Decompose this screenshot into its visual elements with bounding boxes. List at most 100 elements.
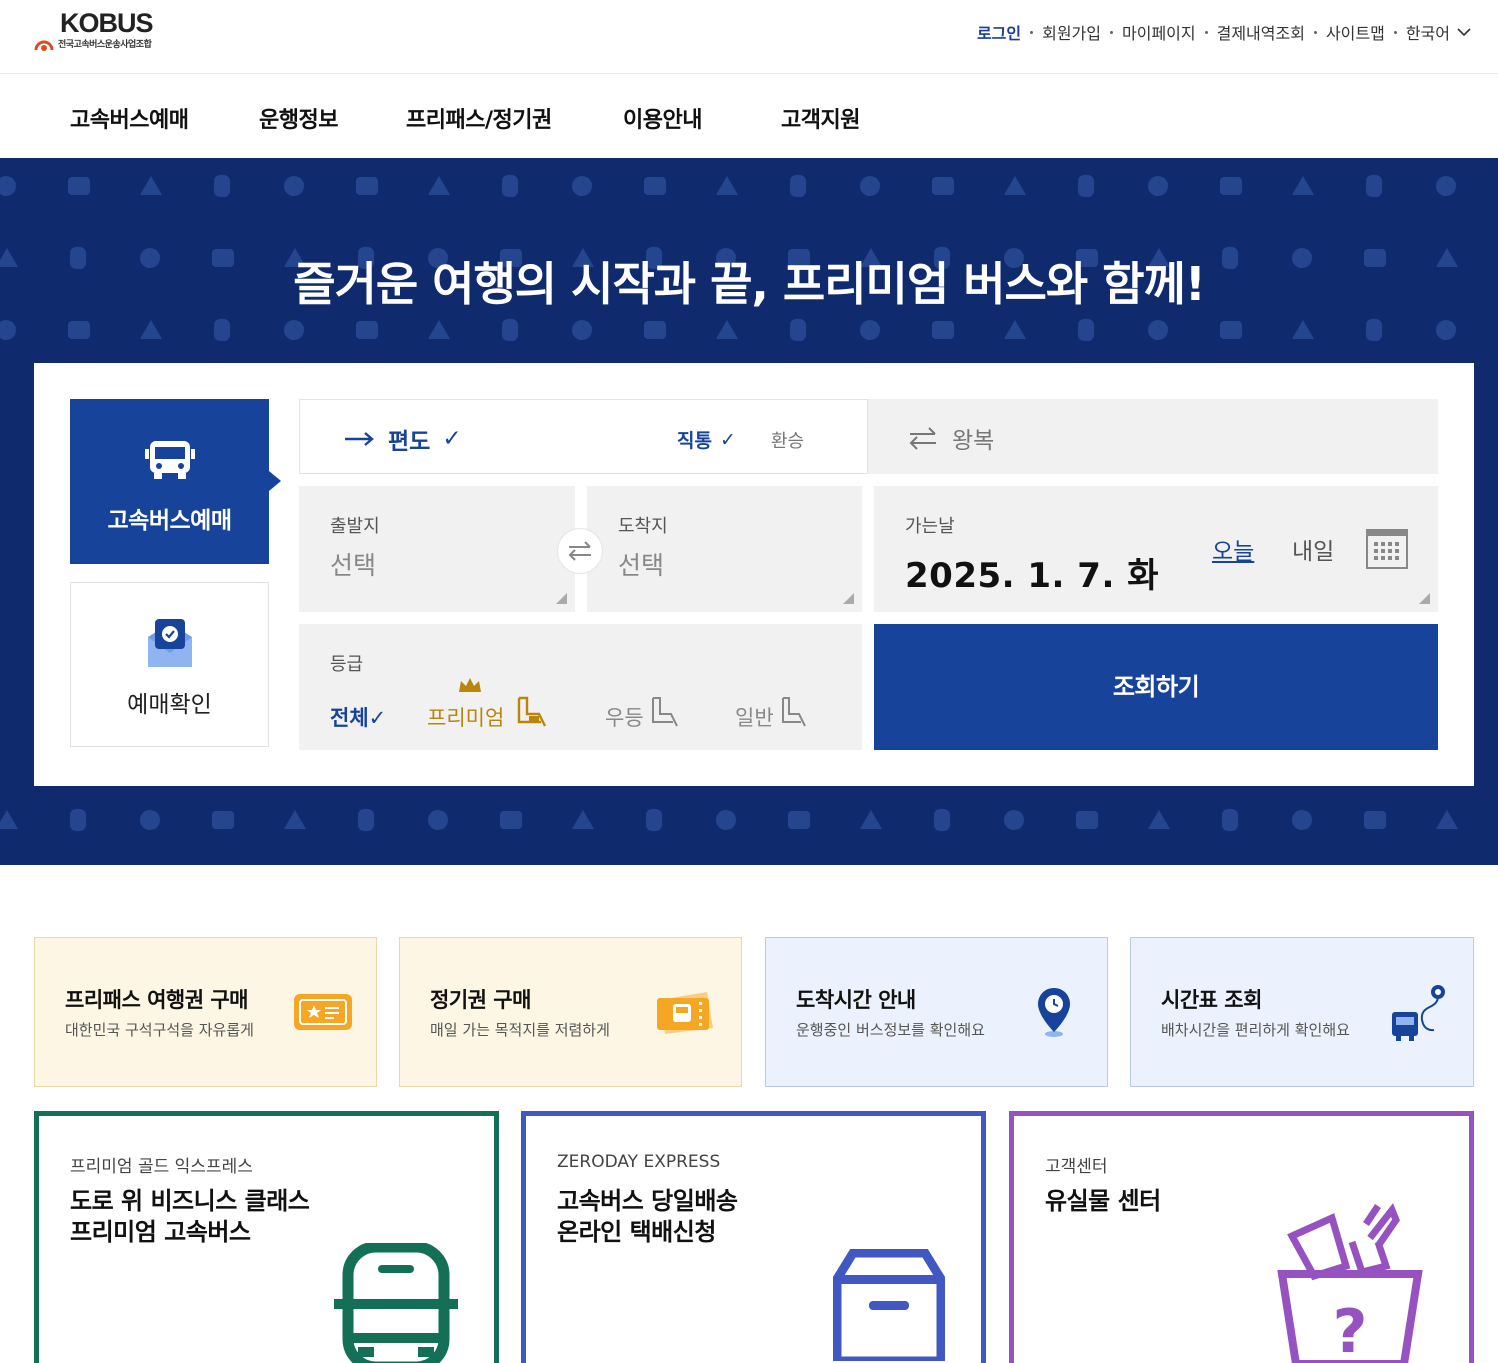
login-link[interactable]: 로그인 bbox=[977, 20, 1021, 44]
date-caption: 가는날 bbox=[905, 516, 955, 537]
kobus-logo[interactable]: KOBUS 전국고속버스운송사업조합 bbox=[34, 6, 174, 62]
pattern-travel-icon bbox=[860, 320, 880, 340]
pattern-travel-icon bbox=[788, 811, 810, 829]
lost-and-found-promo[interactable]: 고객센터 유실물 센터 ? bbox=[1009, 1111, 1474, 1363]
pattern-travel-icon bbox=[356, 321, 378, 339]
main-nav: 고속버스예매 운행정보 프리패스/정기권 이용안내 고객지원 bbox=[0, 74, 1498, 158]
grade-premium-label: 프리미엄 bbox=[427, 706, 505, 730]
tab-reservation-check-label: 예매확인 bbox=[127, 692, 212, 718]
pattern-travel-icon bbox=[1078, 175, 1094, 197]
pattern-travel-icon bbox=[140, 176, 162, 195]
date-select[interactable]: 가는날 2025. 1. 7. 화 오늘 내일 bbox=[874, 486, 1438, 612]
separator-dot bbox=[1204, 30, 1208, 34]
pattern-travel-icon bbox=[1220, 321, 1242, 339]
pattern-travel-icon bbox=[502, 175, 518, 197]
direct-label: 직통 bbox=[677, 430, 712, 452]
arrival-value: 선택 bbox=[618, 551, 665, 580]
pattern-travel-icon bbox=[932, 177, 954, 195]
same-day-delivery-promo[interactable]: ZERODAY EXPRESS 고속버스 당일배송 온라인 택배신청 bbox=[521, 1111, 986, 1363]
nav-guide[interactable]: 이용안내 bbox=[623, 102, 702, 134]
signup-link[interactable]: 회원가입 bbox=[1042, 20, 1101, 44]
grade-premium-option[interactable]: 프리미엄 bbox=[427, 678, 547, 732]
search-button[interactable]: 조회하기 bbox=[874, 624, 1438, 750]
season-pass-card[interactable]: 정기권 구매 매일 가는 목적지를 저렴하게 bbox=[399, 937, 742, 1087]
card-title: 시간표 조회 bbox=[1161, 988, 1262, 1012]
promo-heading-line: 프리미엄 고속버스 bbox=[70, 1218, 251, 1246]
pattern-travel-icon bbox=[428, 810, 448, 830]
sitemap-link[interactable]: 사이트맵 bbox=[1326, 20, 1385, 44]
bus-pass-icon bbox=[657, 992, 713, 1034]
timetable-card[interactable]: 시간표 조회 배차시간을 편리하게 확인해요 bbox=[1130, 937, 1474, 1087]
pattern-travel-icon bbox=[1436, 320, 1456, 340]
nav-operation-info[interactable]: 운행정보 bbox=[259, 102, 338, 134]
language-select[interactable]: 한국어 bbox=[1406, 20, 1450, 44]
premium-seat-icon bbox=[517, 696, 547, 727]
pattern-travel-icon bbox=[358, 809, 374, 831]
grade-all-label: 전체 bbox=[330, 706, 369, 730]
pattern-travel-icon bbox=[860, 810, 882, 829]
pattern-travel-icon bbox=[934, 809, 950, 831]
seat-icon bbox=[782, 697, 806, 727]
direct-route-toggle[interactable]: 직통 ✓ bbox=[677, 426, 736, 453]
utility-menu: 로그인 회원가입 마이페이지 결제내역조회 사이트맵 한국어 bbox=[977, 20, 1472, 44]
nav-support[interactable]: 고객지원 bbox=[781, 102, 860, 134]
departure-caption: 출발지 bbox=[330, 516, 380, 537]
chevron-down-icon[interactable] bbox=[1456, 24, 1472, 40]
separator-dot bbox=[1030, 30, 1034, 34]
grade-standard-option[interactable]: 일반 bbox=[735, 697, 806, 732]
calendar-icon[interactable] bbox=[1366, 529, 1408, 569]
separator-dot bbox=[1393, 30, 1397, 34]
today-button[interactable]: 오늘 bbox=[1212, 532, 1254, 566]
pattern-travel-icon bbox=[1004, 320, 1026, 339]
tomorrow-button[interactable]: 내일 bbox=[1292, 532, 1334, 566]
arrow-right-icon bbox=[345, 432, 374, 446]
oneway-label: 편도 bbox=[388, 429, 431, 455]
pattern-travel-icon bbox=[716, 810, 736, 830]
swap-stations-button[interactable] bbox=[557, 528, 603, 574]
arrival-time-card[interactable]: 도착시간 안내 운행중인 버스정보를 확인해요 bbox=[765, 937, 1108, 1087]
nav-booking[interactable]: 고속버스예매 bbox=[70, 102, 189, 134]
corner-marker bbox=[1419, 593, 1430, 604]
check-icon: ✓ bbox=[719, 428, 736, 451]
pattern-travel-icon bbox=[1292, 810, 1312, 830]
bus-route-icon bbox=[1392, 985, 1445, 1041]
pattern-travel-icon bbox=[284, 810, 306, 829]
pattern-travel-icon bbox=[0, 176, 16, 196]
oneway-toggle[interactable]: 편도 ✓ bbox=[344, 422, 462, 456]
tab-bus-booking-label: 고속버스예매 bbox=[107, 508, 232, 534]
check-icon: ✓ bbox=[368, 706, 387, 730]
lost-item-box-icon: ? bbox=[1277, 1203, 1423, 1363]
transfer-route-toggle[interactable]: 환승 bbox=[771, 427, 804, 453]
grade-excellent-label: 우등 bbox=[605, 706, 644, 730]
tab-bus-booking[interactable]: 고속버스예매 bbox=[70, 399, 281, 564]
pattern-travel-icon bbox=[932, 321, 954, 339]
pattern-travel-icon bbox=[1220, 177, 1242, 195]
pattern-travel-icon bbox=[716, 320, 738, 339]
tab-reservation-check[interactable]: 예매확인 bbox=[70, 582, 269, 747]
payment-history-link[interactable]: 결제내역조회 bbox=[1217, 20, 1305, 44]
pattern-travel-icon bbox=[1148, 320, 1168, 340]
freepass-purchase-card[interactable]: 프리패스 여행권 구매 대한민국 구석구석을 자유롭게 bbox=[34, 937, 377, 1087]
pattern-travel-icon bbox=[1366, 175, 1382, 197]
promo-subtitle: 프리미엄 골드 익스프레스 bbox=[70, 1157, 253, 1177]
arrival-select[interactable]: 도착지 선택 bbox=[587, 486, 862, 612]
pattern-travel-icon bbox=[1436, 176, 1456, 196]
logo-text: KOBUS bbox=[60, 8, 154, 38]
card-desc: 운행중인 버스정보를 확인해요 bbox=[796, 1021, 985, 1039]
promo-heading-line: 도로 위 비즈니스 클래스 bbox=[70, 1187, 310, 1215]
pattern-travel-icon bbox=[140, 320, 162, 339]
premium-bus-promo[interactable]: 프리미엄 골드 익스프레스 도로 위 비즈니스 클래스 프리미엄 고속버스 bbox=[34, 1111, 499, 1363]
pattern-travel-icon bbox=[1148, 810, 1170, 829]
pattern-travel-icon bbox=[1004, 810, 1024, 830]
pattern-travel-icon bbox=[790, 319, 806, 341]
separator-dot bbox=[1313, 30, 1317, 34]
grade-excellent-option[interactable]: 우등 bbox=[605, 697, 678, 732]
nav-freepass[interactable]: 프리패스/정기권 bbox=[406, 102, 552, 134]
departure-select[interactable]: 출발지 선택 bbox=[299, 486, 575, 612]
grade-all-option[interactable]: 전체✓ bbox=[330, 702, 386, 732]
arrival-caption: 도착지 bbox=[618, 516, 668, 537]
mypage-link[interactable]: 마이페이지 bbox=[1122, 20, 1196, 44]
pattern-travel-icon bbox=[428, 176, 450, 195]
oneway-option[interactable]: 편도 ✓ 직통 ✓ 환승 bbox=[299, 399, 868, 474]
roundtrip-option[interactable]: 왕복 bbox=[868, 399, 1438, 474]
